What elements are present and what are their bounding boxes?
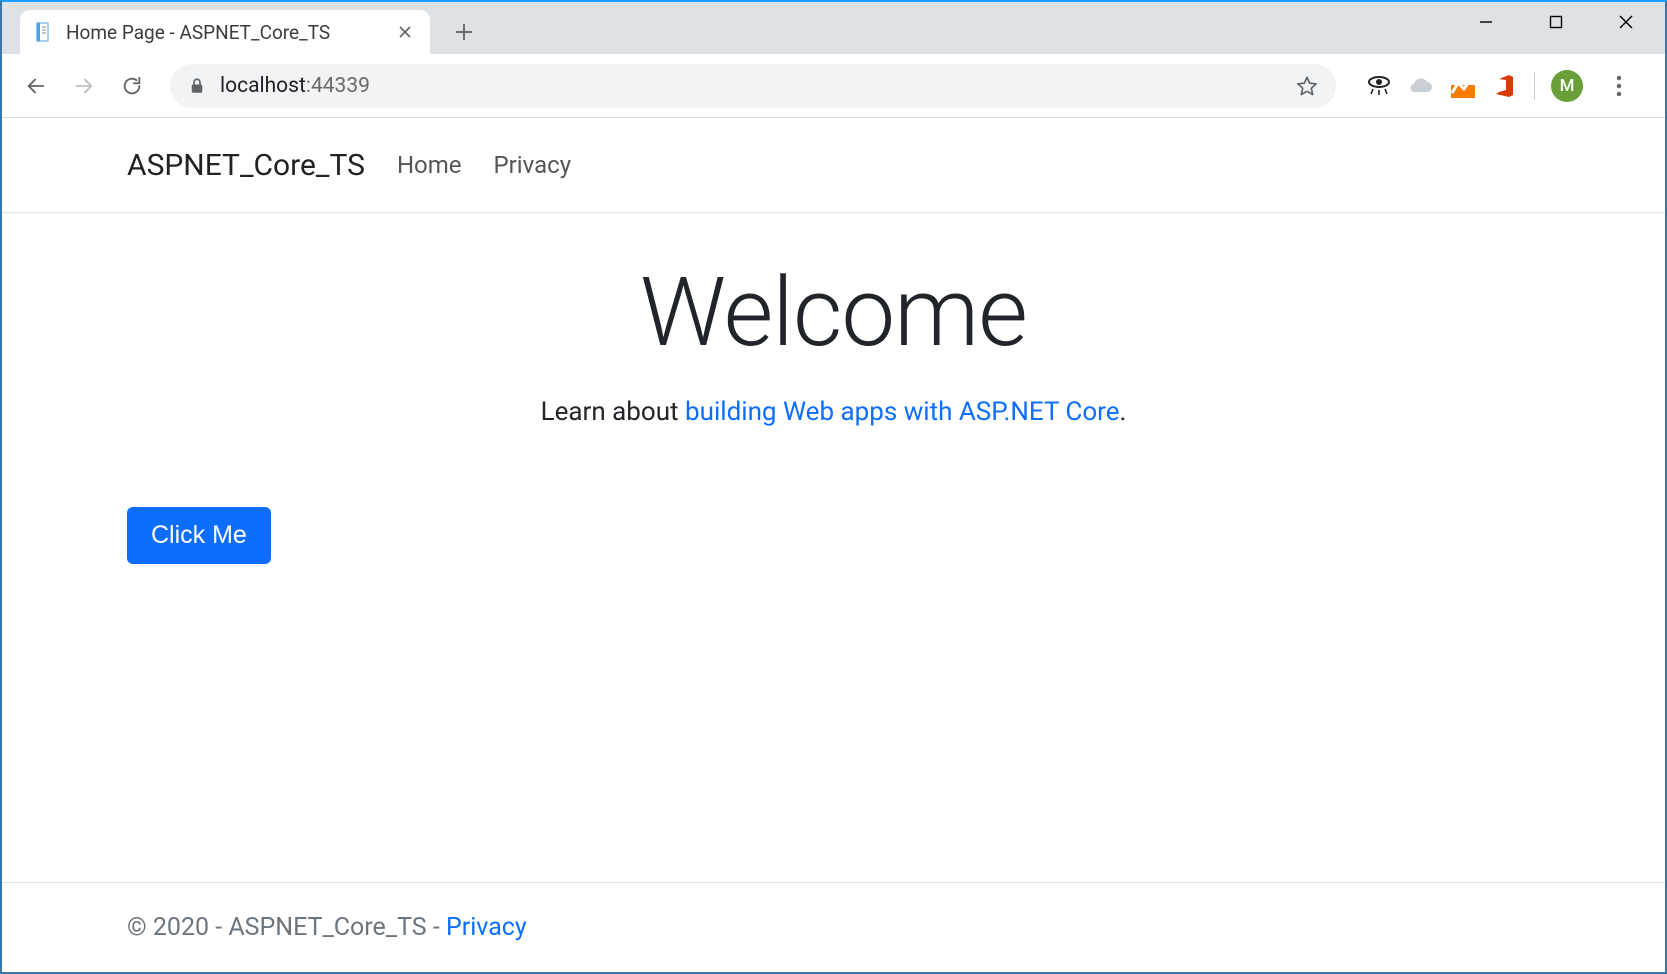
lead-prefix: Learn about [541,397,685,427]
tab-close-icon[interactable] [396,23,414,41]
back-button[interactable] [16,66,56,106]
extension-office-icon[interactable] [1492,73,1518,99]
toolbar-separator [1534,72,1535,100]
click-me-button[interactable]: Click Me [127,507,271,564]
navbar-brand[interactable]: ASPNET_Core_TS [127,148,365,183]
address-bar[interactable]: localhost:44339 [170,64,1336,108]
tab-title: Home Page - ASPNET_Core_TS [66,21,384,44]
url-port: :44339 [306,74,370,98]
browser-toolbar: localhost:44339 [2,54,1665,118]
nav-link-privacy[interactable]: Privacy [494,151,572,179]
nav-link-home[interactable]: Home [397,151,462,179]
footer-privacy-link[interactable]: Privacy [446,913,527,942]
page-heading: Welcome [127,257,1540,369]
url-text: localhost:44339 [220,74,1282,98]
browser-tab[interactable]: Home Page - ASPNET_Core_TS [20,10,430,54]
extension-analytics-icon[interactable] [1450,73,1476,99]
forward-button[interactable] [64,66,104,106]
lead-text: Learn about building Web apps with ASP.N… [127,397,1540,427]
extension-cloud-icon[interactable] [1408,73,1434,99]
lead-suffix: . [1120,397,1127,427]
page-viewport: ASPNET_Core_TS Home Privacy Welcome Lear… [2,118,1665,972]
browser-menu-button[interactable] [1599,66,1639,106]
extension-eye-icon[interactable] [1366,73,1392,99]
browser-tab-strip: Home Page - ASPNET_Core_TS [2,2,1665,54]
new-tab-button[interactable] [444,12,484,52]
footer-text: © 2020 - ASPNET_Core_TS - [127,913,446,942]
extension-icons: M [1354,66,1651,106]
main-content: Welcome Learn about building Web apps wi… [2,213,1665,882]
reload-button[interactable] [112,66,152,106]
window-close-button[interactable] [1591,2,1661,42]
window-controls [1451,2,1661,42]
lock-icon [188,77,206,95]
profile-avatar[interactable]: M [1551,70,1583,102]
lead-link[interactable]: building Web apps with ASP.NET Core [685,397,1120,427]
url-host: localhost [220,74,306,98]
site-navbar: ASPNET_Core_TS Home Privacy [2,118,1665,213]
site-footer: © 2020 - ASPNET_Core_TS - Privacy [2,882,1665,972]
window-minimize-button[interactable] [1451,2,1521,42]
bookmark-star-icon[interactable] [1296,75,1318,97]
window-maximize-button[interactable] [1521,2,1591,42]
page-favicon [34,22,54,42]
